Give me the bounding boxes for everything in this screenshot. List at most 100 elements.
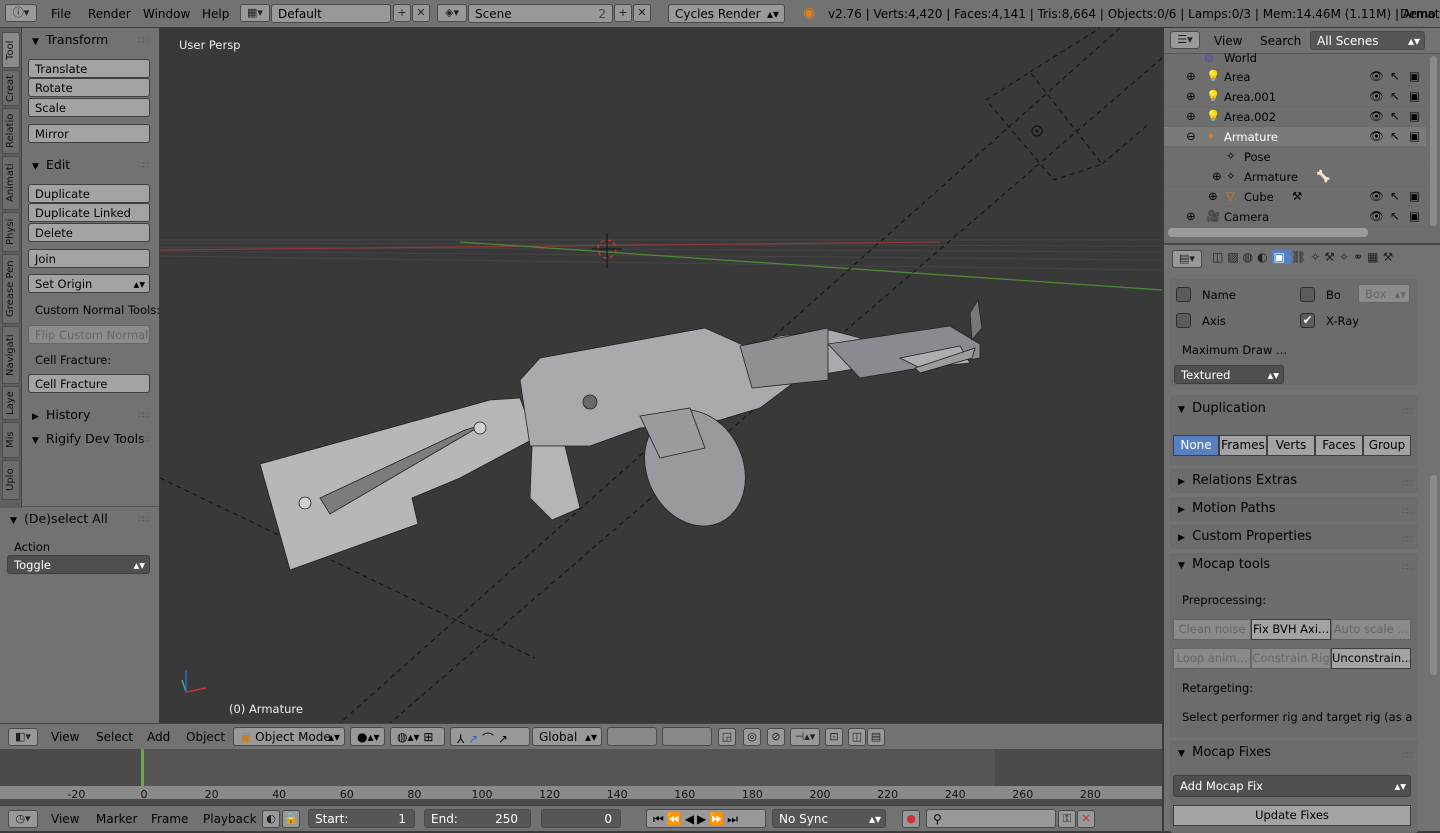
menu-view[interactable]: View	[51, 730, 79, 744]
outliner-row[interactable]: ⊕ ✧ Armature 🦴	[1164, 167, 1426, 187]
outliner-row[interactable]: ⊕ ▽ Cube ⚒ 👁 ↖ ▣	[1164, 187, 1426, 207]
drag-handle-icon[interactable]: ∷∷	[1402, 407, 1413, 417]
pivot-select[interactable]: ◍▴▾ ⊞	[390, 727, 445, 746]
mirror-button[interactable]: Mirror	[28, 124, 150, 143]
add-scene-icon[interactable]: +	[614, 4, 632, 22]
start-frame-field[interactable]: Start: 1	[308, 809, 415, 828]
eye-icon[interactable]: 👁	[1369, 209, 1384, 223]
mocap-tools-header[interactable]: ▼ Mocap tools	[1178, 557, 1270, 572]
tab-upload[interactable]: Uplo	[2, 460, 20, 500]
dup-frames-button[interactable]: Frames	[1219, 435, 1267, 456]
scale-button[interactable]: Scale	[28, 98, 150, 117]
join-button[interactable]: Join	[28, 249, 150, 268]
snap-target-icon[interactable]: ⊡	[825, 728, 843, 746]
orientation-select[interactable]: Global ▴▾	[532, 727, 602, 746]
auto-scale-button[interactable]: Auto scale ...	[1331, 619, 1411, 640]
loop-animation-button[interactable]: Loop anim...	[1173, 648, 1251, 669]
outliner-row[interactable]: ⊕ 💡 Area.002 👁 ↖ ▣	[1164, 107, 1426, 127]
add-mocap-fix-select[interactable]: Add Mocap Fix ▴▾	[1173, 775, 1411, 797]
drag-handle-icon[interactable]: ∷∷	[1402, 751, 1413, 761]
3d-viewport[interactable]: User Persp (0) Armature	[160, 28, 1162, 723]
eye-icon[interactable]: 👁	[1369, 189, 1384, 203]
tab-relations[interactable]: Relatio	[2, 108, 20, 154]
shading-select[interactable]: ●▴▾	[350, 727, 385, 746]
outliner-scrollbar[interactable]	[1168, 228, 1368, 237]
bounds-checkbox[interactable]	[1300, 287, 1315, 302]
cursor-icon[interactable]: ↖	[1390, 189, 1400, 203]
tab-create[interactable]: Creat	[2, 70, 20, 106]
expand-icon[interactable]: ⊕	[1186, 209, 1196, 223]
outliner-row[interactable]: ⊕ 🎥 Camera 👁 ↖ ▣	[1164, 207, 1426, 227]
delete-button[interactable]: Delete	[28, 223, 150, 242]
current-frame-field[interactable]: 0	[541, 809, 621, 828]
drag-handle-icon[interactable]: ∷∷	[1402, 563, 1413, 573]
transform-panel-header[interactable]: ▼ Transform	[32, 32, 108, 47]
tab-misc[interactable]: Mis	[2, 422, 20, 458]
motion-paths-panel[interactable]: ▶ Motion Paths ∷∷	[1170, 497, 1418, 521]
rotate-button[interactable]: Rotate	[28, 78, 150, 97]
close-layout-icon[interactable]: ✕	[412, 4, 430, 22]
render-engine-select[interactable]: Cycles Render ▴▾	[668, 4, 785, 23]
cursor-icon[interactable]: ↖	[1390, 209, 1400, 223]
properties-scrollbar[interactable]	[1430, 475, 1437, 675]
operator-panel-header[interactable]: ▼ (De)select All	[10, 511, 108, 526]
eye-icon[interactable]: 👁	[1369, 89, 1384, 103]
layers-grid-b[interactable]	[662, 727, 712, 746]
snap-element-icon[interactable]: ⊣▴▾	[790, 728, 820, 746]
custom-properties-panel[interactable]: ▶ Custom Properties ∷∷	[1170, 525, 1418, 549]
flip-custom-normals-button[interactable]: Flip Custom Normals	[28, 325, 150, 344]
drag-handle-icon[interactable]: ∷∷	[1402, 535, 1413, 545]
property-tabs[interactable]: ◫▨◍◐ ▣ ⛓✧⚒✧⚭▦⚒	[1212, 250, 1427, 268]
scene-field[interactable]: Scene 2	[468, 4, 613, 23]
timeline[interactable]: -20 0 20 40 60 80 100 120 140 160 180 200 220 240 260 2…	[0, 749, 1162, 805]
editor-type-icon[interactable]: ▤▾	[1172, 250, 1202, 268]
update-fixes-button[interactable]: Update Fixes	[1173, 805, 1411, 826]
duplicate-linked-button[interactable]: Duplicate Linked	[28, 203, 150, 222]
menu-window[interactable]: Window	[143, 7, 190, 21]
menu-select[interactable]: Select	[96, 730, 133, 744]
tab-animation[interactable]: Animati	[2, 156, 20, 210]
expand-icon[interactable]: ⊕	[1212, 169, 1222, 183]
outliner-vscroll[interactable]	[1430, 56, 1437, 226]
action-select[interactable]: Toggle ▴▾	[7, 555, 150, 574]
add-layout-icon[interactable]: +	[393, 4, 411, 22]
layout-field[interactable]: Default	[271, 4, 391, 23]
menu-help[interactable]: Help	[202, 7, 229, 21]
translate-button[interactable]: Translate	[28, 59, 150, 78]
playback-controls[interactable]: ⏮⏪◀▶⏩⏭	[646, 809, 766, 828]
menu-playback[interactable]: Playback	[203, 812, 257, 826]
expand-icon[interactable]: ⊕	[1208, 189, 1218, 203]
history-panel-header[interactable]: ▶ History	[32, 407, 90, 422]
menu-object[interactable]: Object	[186, 730, 225, 744]
sync-select[interactable]: No Sync ▴▾	[772, 809, 886, 828]
expand-icon[interactable]: ⊕	[1186, 109, 1196, 123]
dup-none-button[interactable]: None	[1173, 435, 1219, 456]
keying-set-field[interactable]: ⚲	[926, 809, 1056, 828]
tab-navigation[interactable]: Navigati	[2, 326, 20, 384]
menu-render[interactable]: Render	[88, 7, 131, 21]
render-camera-icon[interactable]: ◫	[848, 728, 866, 746]
manipulator-toggles[interactable]: ⅄ ↗ ⌒ ↗	[450, 727, 530, 746]
tab-layers[interactable]: Laye	[2, 386, 20, 420]
clean-noise-button[interactable]: Clean noise	[1173, 619, 1251, 640]
render-anim-icon[interactable]: ▤	[867, 728, 885, 746]
delete-key-icon[interactable]: ✕	[1077, 810, 1095, 828]
keying-icon[interactable]: ◐	[262, 810, 280, 828]
tab-physics[interactable]: Physi	[2, 212, 20, 252]
layers-grid-a[interactable]	[607, 727, 657, 746]
camera-icon[interactable]: ▣	[1409, 129, 1420, 143]
fix-bvh-axis-button[interactable]: Fix BVH Axi...	[1251, 619, 1331, 640]
layer-lock-icon[interactable]: ◲	[718, 728, 736, 746]
record-icon[interactable]: ●	[902, 810, 920, 828]
outliner-row[interactable]: ⊕ 💡 Area 👁 ↖ ▣	[1164, 67, 1426, 87]
motion-paths-header[interactable]: ▶ Motion Paths	[1178, 501, 1276, 516]
relations-extras-header[interactable]: ▶ Relations Extras	[1178, 473, 1297, 488]
scene-icon[interactable]: ◈▾	[437, 4, 467, 22]
eye-icon[interactable]: 👁	[1369, 109, 1384, 123]
editor-type-icon[interactable]: ⓘ▾	[5, 4, 37, 22]
drag-handle-icon[interactable]: ∷∷	[138, 515, 149, 525]
menu-view[interactable]: View	[51, 812, 79, 826]
menu-view[interactable]: View	[1214, 34, 1242, 48]
axis-checkbox[interactable]	[1176, 313, 1191, 328]
cursor-icon[interactable]: ↖	[1390, 109, 1400, 123]
